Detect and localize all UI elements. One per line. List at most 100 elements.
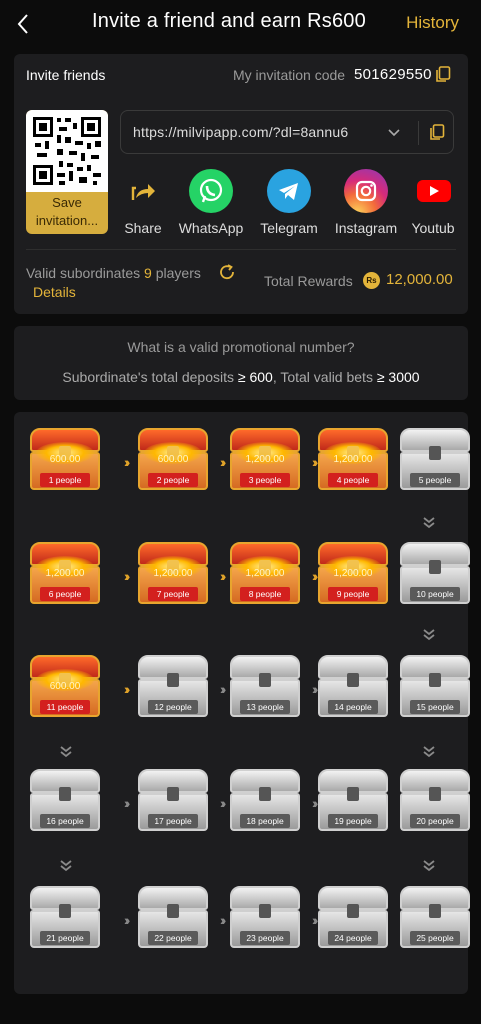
rule-mid: , Total valid bets bbox=[272, 369, 373, 385]
reward-chest[interactable]: 600.00 1 people bbox=[28, 424, 102, 496]
lock-icon bbox=[429, 673, 441, 687]
back-arrow-icon[interactable] bbox=[12, 10, 36, 38]
chest-amount: 1,200.00 bbox=[333, 568, 373, 579]
valid-subordinates-unit: players bbox=[155, 265, 201, 281]
lock-icon bbox=[429, 787, 441, 801]
chest-people-label: 16 people bbox=[40, 814, 90, 828]
telegram-icon bbox=[267, 169, 311, 213]
rule-bets: ≥ 3000 bbox=[376, 369, 420, 385]
chest-people-label: 21 people bbox=[40, 931, 90, 945]
chest-amount: 1,200.00 bbox=[245, 454, 285, 465]
chest-people-label: 11 people bbox=[40, 700, 90, 714]
reward-chest[interactable]: 12 people bbox=[136, 651, 210, 723]
lock-icon bbox=[167, 673, 179, 687]
chest-people-label: 4 people bbox=[328, 473, 378, 487]
total-rewards-value: 12,000.00 bbox=[386, 271, 453, 288]
lock-icon bbox=[429, 446, 441, 460]
telegram-button[interactable]: Telegram bbox=[256, 169, 322, 236]
reward-chest[interactable]: 25 people bbox=[398, 882, 472, 954]
invitation-code-label: My invitation code bbox=[233, 67, 346, 83]
lock-icon bbox=[259, 673, 271, 687]
reward-chest[interactable]: 20 people bbox=[398, 765, 472, 837]
chevron-right-icon: ›› bbox=[124, 568, 131, 584]
instagram-label: Instagram bbox=[334, 220, 398, 236]
reward-chest[interactable]: 10 people bbox=[398, 538, 472, 610]
chest-people-label: 3 people bbox=[240, 473, 290, 487]
reward-chest[interactable]: 22 people bbox=[136, 882, 210, 954]
reward-chest[interactable]: 18 people bbox=[228, 765, 302, 837]
reward-chest[interactable]: 14 people bbox=[316, 651, 390, 723]
reward-chest[interactable]: 600.00 2 people bbox=[136, 424, 210, 496]
chest-amount: 1,200.00 bbox=[45, 568, 85, 579]
reward-chest[interactable]: 5 people bbox=[398, 424, 472, 496]
share-button[interactable]: Share bbox=[120, 169, 166, 236]
chevron-right-icon: ›› bbox=[312, 795, 319, 811]
chest-amount: 1,200.00 bbox=[333, 454, 373, 465]
lock-icon bbox=[59, 787, 71, 801]
chevron-down-double-icon bbox=[60, 860, 72, 872]
youtube-button[interactable]: Youtub bbox=[410, 169, 456, 236]
lock-icon bbox=[259, 787, 271, 801]
whatsapp-label: WhatsApp bbox=[178, 220, 244, 236]
reward-chest[interactable]: 24 people bbox=[316, 882, 390, 954]
qr-code-image bbox=[26, 110, 108, 192]
valid-promo-question: What is a valid promotional number? bbox=[127, 339, 355, 355]
chest-people-label: 22 people bbox=[148, 931, 198, 945]
refresh-icon[interactable] bbox=[218, 263, 236, 281]
chest-people-label: 13 people bbox=[240, 700, 290, 714]
share-icon bbox=[121, 169, 165, 213]
lock-icon bbox=[259, 904, 271, 918]
rupee-coin-icon: Rs bbox=[363, 272, 380, 289]
chest-people-label: 19 people bbox=[328, 814, 378, 828]
reward-chest[interactable]: 23 people bbox=[228, 882, 302, 954]
reward-chest[interactable]: 17 people bbox=[136, 765, 210, 837]
lock-icon bbox=[347, 787, 359, 801]
chest-people-label: 14 people bbox=[328, 700, 378, 714]
chest-people-label: 8 people bbox=[240, 587, 290, 601]
lock-icon bbox=[429, 560, 441, 574]
chest-people-label: 23 people bbox=[240, 931, 290, 945]
instagram-button[interactable]: Instagram bbox=[330, 169, 402, 236]
total-rewards-label: Total Rewards bbox=[264, 273, 353, 289]
whatsapp-icon bbox=[189, 169, 233, 213]
chest-people-label: 25 people bbox=[410, 931, 460, 945]
chevron-right-icon: ›› bbox=[124, 681, 131, 697]
reward-chest[interactable]: 600.00 11 people bbox=[28, 651, 102, 723]
chest-people-label: 24 people bbox=[328, 931, 378, 945]
chest-amount: 600.00 bbox=[157, 454, 189, 465]
history-link[interactable]: History bbox=[406, 13, 459, 33]
reward-chest[interactable]: 1,200.00 7 people bbox=[136, 538, 210, 610]
reward-chest[interactable]: 15 people bbox=[398, 651, 472, 723]
reward-chest[interactable]: 1,200.00 3 people bbox=[228, 424, 302, 496]
chevron-right-icon: ›› bbox=[312, 681, 319, 697]
chest-people-label: 20 people bbox=[410, 814, 460, 828]
qr-save-button[interactable]: Save invitation... bbox=[26, 110, 108, 234]
reward-chest[interactable]: 21 people bbox=[28, 882, 102, 954]
reward-chest[interactable]: 1,200.00 8 people bbox=[228, 538, 302, 610]
details-link[interactable]: Details bbox=[33, 284, 76, 300]
reward-chest[interactable]: 13 people bbox=[228, 651, 302, 723]
reward-chest[interactable]: 1,200.00 6 people bbox=[28, 538, 102, 610]
chevron-down-double-icon bbox=[423, 746, 435, 758]
invite-card: Invite friends My invitation code 501629… bbox=[14, 54, 468, 314]
chest-people-label: 12 people bbox=[148, 700, 198, 714]
reward-chests-grid: 600.00 1 people ›› 600.00 2 people ›› 1,200.00… bbox=[14, 412, 470, 994]
invitation-url: https://milvipapp.com/?dl=8annu6 bbox=[133, 124, 349, 140]
invitation-url-field[interactable]: https://milvipapp.com/?dl=8annu6 bbox=[120, 110, 454, 154]
lock-icon bbox=[59, 904, 71, 918]
chevron-down-icon[interactable] bbox=[386, 125, 402, 141]
invitation-code: 501629550 bbox=[354, 66, 432, 83]
copy-url-icon[interactable] bbox=[429, 124, 445, 141]
reward-chest[interactable]: 1,200.00 4 people bbox=[316, 424, 390, 496]
reward-chest[interactable]: 1,200.00 9 people bbox=[316, 538, 390, 610]
copy-code-icon[interactable] bbox=[435, 66, 451, 83]
promo-rules-card: What is a valid promotional number? Subo… bbox=[14, 326, 468, 400]
chevron-right-icon: ›› bbox=[312, 912, 319, 928]
reward-chest[interactable]: 19 people bbox=[316, 765, 390, 837]
whatsapp-button[interactable]: WhatsApp bbox=[176, 169, 246, 236]
invite-divider bbox=[26, 249, 456, 250]
chevron-right-icon: ›› bbox=[124, 795, 131, 811]
reward-chest[interactable]: 16 people bbox=[28, 765, 102, 837]
chevron-right-icon: ›› bbox=[220, 454, 227, 470]
chevron-right-icon: ›› bbox=[220, 912, 227, 928]
